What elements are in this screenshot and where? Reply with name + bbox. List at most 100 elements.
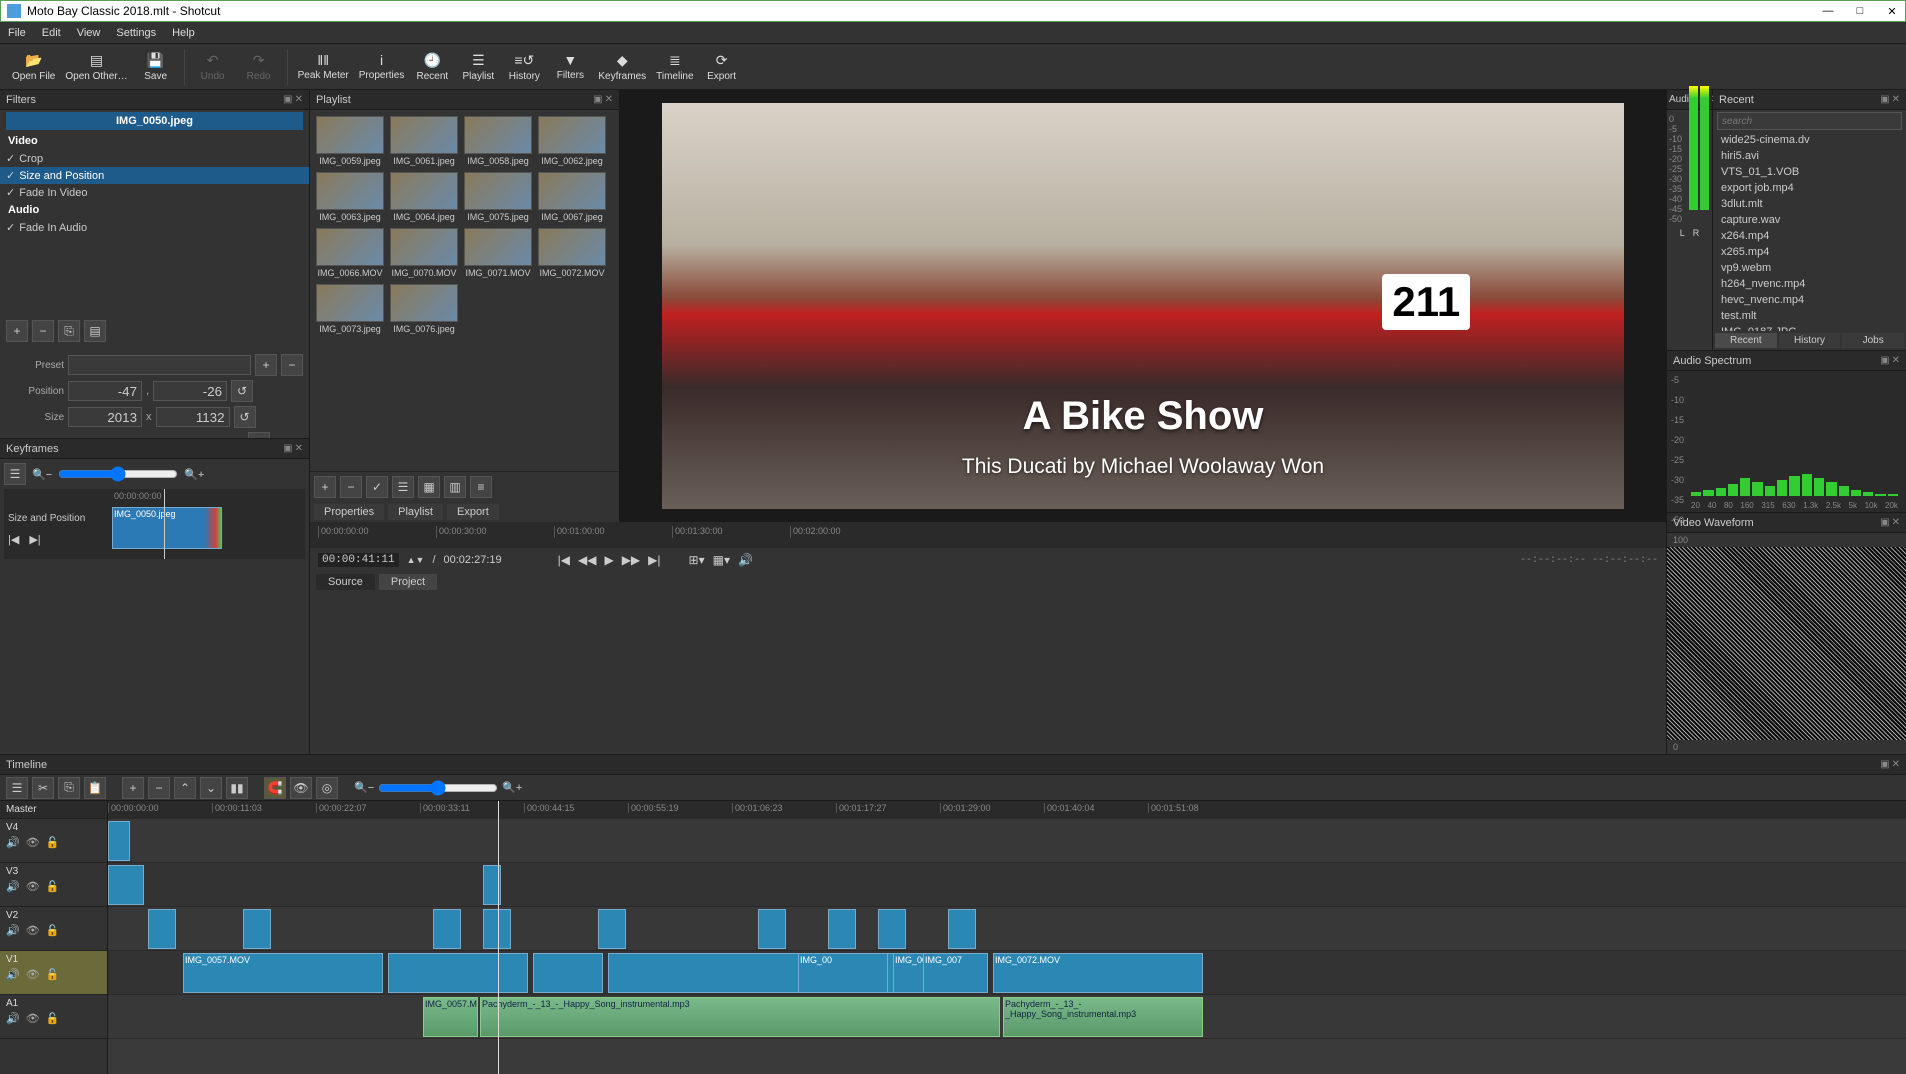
copy-filter-button[interactable]: ⎘ (58, 320, 80, 342)
grid-button[interactable]: ▦▾ (713, 553, 730, 567)
recent-item[interactable]: 3dlut.mlt (1713, 196, 1906, 212)
hide-icon[interactable]: 👁 (26, 880, 40, 893)
recent-item[interactable]: h264_nvenc.mp4 (1713, 276, 1906, 292)
track-head-v3[interactable]: V3🔊👁🔓 (0, 863, 107, 907)
preset-remove-button[interactable]: − (281, 354, 303, 376)
panel-float-icon[interactable]: ▣ (283, 443, 292, 454)
tl-ripple-button[interactable]: ◎ (316, 777, 338, 799)
filter-item[interactable]: Crop (0, 150, 309, 167)
filters-button[interactable]: ▼Filters (548, 45, 592, 89)
playlist-item[interactable]: IMG_0073.jpeg (316, 284, 384, 334)
tl-cut-button[interactable]: ✂ (32, 777, 54, 799)
recent-item[interactable]: x265.mp4 (1713, 244, 1906, 260)
panel-close-icon[interactable]: ✕ (295, 443, 303, 454)
playlist-item[interactable]: IMG_0061.jpeg (390, 116, 458, 166)
volume-button[interactable]: 🔊 (738, 553, 753, 567)
tl-zoom-slider[interactable] (378, 780, 498, 796)
tl-split-button[interactable]: ▮▮ (226, 777, 248, 799)
recent-item[interactable]: x264.mp4 (1713, 228, 1906, 244)
track-lane[interactable]: IMG_0057.MOPachyderm_-_13_-_Happy_Song_i… (108, 995, 1906, 1039)
recent-search-input[interactable] (1717, 112, 1902, 130)
recent-item[interactable]: wide25-cinema.dv (1713, 132, 1906, 148)
skip-prev-button[interactable]: |◀ (558, 553, 570, 567)
recent-item[interactable]: VTS_01_1.VOB (1713, 164, 1906, 180)
fforward-button[interactable]: ▶▶ (622, 553, 640, 567)
undo-button[interactable]: ↶Undo (191, 45, 235, 89)
playlist-item[interactable]: IMG_0062.jpeg (538, 116, 606, 166)
timeline-clip[interactable] (108, 821, 130, 861)
timeline-clip[interactable] (948, 909, 976, 949)
playlist-item[interactable]: IMG_0071.MOV (464, 228, 532, 278)
track-lane[interactable] (108, 819, 1906, 863)
timeline-clip[interactable] (598, 909, 626, 949)
timeline-clip[interactable] (388, 953, 528, 993)
timeline-clip[interactable]: Pachyderm_-_13_-_Happy_Song_instrumental… (1003, 997, 1203, 1037)
playlist-item[interactable]: IMG_0076.jpeg (390, 284, 458, 334)
recent-item[interactable]: IMG_0187.JPG (1713, 324, 1906, 331)
pl-add-button[interactable]: + (314, 476, 336, 498)
tab-source[interactable]: Source (316, 574, 375, 590)
open-file-button[interactable]: 📂Open File (8, 45, 59, 89)
mute-icon[interactable]: 🔊 (6, 1012, 20, 1025)
tl-remove-button[interactable]: − (148, 777, 170, 799)
tab-jobs[interactable]: Jobs (1842, 333, 1904, 348)
hide-icon[interactable]: 👁 (26, 836, 40, 849)
pl-view-detail-button[interactable]: ☰ (392, 476, 414, 498)
pl-remove-button[interactable]: − (340, 476, 362, 498)
panel-close-icon[interactable]: ✕ (295, 94, 303, 105)
tab-history[interactable]: History (1779, 333, 1841, 348)
tl-menu-button[interactable]: ☰ (6, 777, 28, 799)
tl-paste-button[interactable]: 📋 (84, 777, 106, 799)
timeline-clip[interactable]: Pachyderm_-_13_-_Happy_Song_instrumental… (480, 997, 1000, 1037)
hide-icon[interactable]: 👁 (26, 924, 40, 937)
playlist-button[interactable]: ☰Playlist (456, 45, 500, 89)
kf-menu-button[interactable]: ☰ (4, 463, 26, 485)
track-lane[interactable] (108, 907, 1906, 951)
zoom-button[interactable]: ⊞▾ (689, 553, 705, 567)
timeline-clip[interactable] (433, 909, 461, 949)
play-button[interactable]: ▶ (604, 553, 613, 567)
lock-icon[interactable]: 🔓 (46, 968, 60, 981)
open-other--button[interactable]: ▤Open Other… (61, 45, 131, 89)
export-button[interactable]: ⟳Export (700, 45, 744, 89)
timeline-playhead[interactable] (498, 801, 499, 1074)
hide-icon[interactable]: 👁 (26, 968, 40, 981)
hide-icon[interactable]: 👁 (26, 1012, 40, 1025)
timeline-clip[interactable] (878, 909, 906, 949)
playlist-item[interactable]: IMG_0059.jpeg (316, 116, 384, 166)
track-head-v2[interactable]: V2🔊👁🔓 (0, 907, 107, 951)
timeline-clip[interactable] (758, 909, 786, 949)
mute-icon[interactable]: 🔊 (6, 924, 20, 937)
track-lane[interactable] (108, 863, 1906, 907)
recent-item[interactable]: test.mlt (1713, 308, 1906, 324)
timeline-clip[interactable]: IMG_0072.MOV (993, 953, 1203, 993)
playlist-item[interactable]: IMG_0075.jpeg (464, 172, 532, 222)
mute-icon[interactable]: 🔊 (6, 968, 20, 981)
panel-float-icon[interactable]: ▣ (593, 94, 602, 105)
mute-icon[interactable]: 🔊 (6, 880, 20, 893)
panel-close-icon[interactable]: ✕ (605, 94, 613, 105)
maximize-button[interactable]: □ (1853, 5, 1867, 18)
preset-add-button[interactable]: + (255, 354, 277, 376)
minimize-button[interactable]: — (1821, 5, 1835, 18)
zoom-out-icon[interactable]: 🔍− (354, 781, 374, 794)
peak-meter-button[interactable]: ‖‖Peak Meter (294, 45, 353, 89)
track-lane[interactable]: IMG_0057.MOVIMG_00IMG_00IMG_007IMG_0072.… (108, 951, 1906, 995)
zoom-in-icon[interactable]: 🔍+ (184, 468, 204, 481)
current-timecode[interactable]: 00:00:41:11 (318, 553, 399, 567)
timeline-clip[interactable] (828, 909, 856, 949)
add-filter-button[interactable]: + (6, 320, 28, 342)
tl-lift-button[interactable]: ⌃ (174, 777, 196, 799)
timeline-clip[interactable] (243, 909, 271, 949)
recent-item[interactable]: vp9.webm (1713, 260, 1906, 276)
tab-properties[interactable]: Properties (314, 504, 384, 520)
kf-zoom-slider[interactable] (58, 466, 178, 482)
recent-item[interactable]: export job.mp4 (1713, 180, 1906, 196)
menu-help[interactable]: Help (172, 27, 195, 39)
skip-next-button[interactable]: ▶| (648, 553, 660, 567)
timeline-clip[interactable]: IMG_0057.MOV (183, 953, 383, 993)
recent-item[interactable]: hiri5.avi (1713, 148, 1906, 164)
timeline-clip[interactable] (483, 909, 511, 949)
recent-item[interactable]: capture.wav (1713, 212, 1906, 228)
timeline-button[interactable]: ≣Timeline (652, 45, 697, 89)
